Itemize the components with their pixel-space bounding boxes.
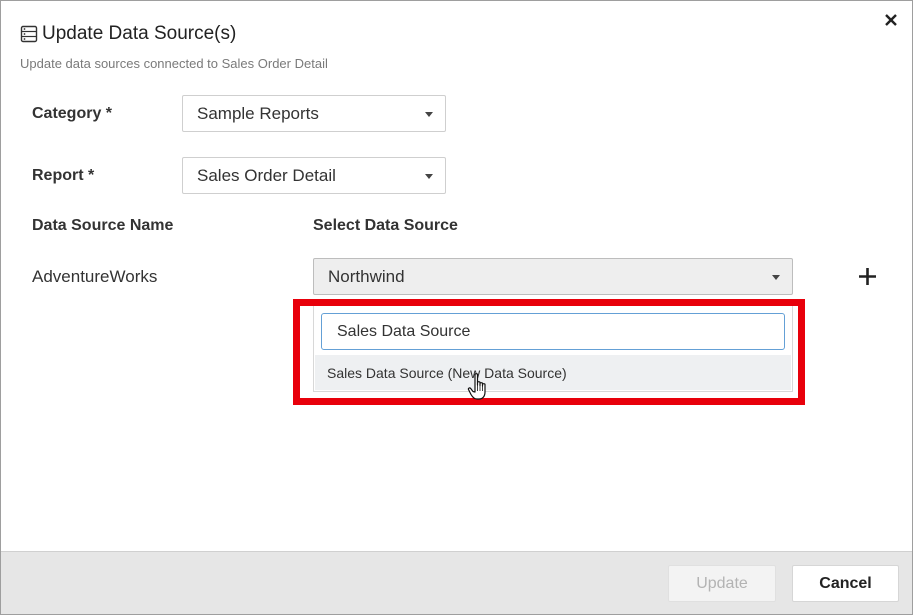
data-source-popup: Sales Data Source (New Data Source) xyxy=(313,300,793,392)
data-source-search-input[interactable] xyxy=(321,313,785,350)
dialog-title: Update Data Source(s) xyxy=(42,23,237,44)
category-value: Sample Reports xyxy=(197,103,319,123)
plus-icon[interactable] xyxy=(857,266,878,287)
select-data-source-dropdown[interactable]: Northwind xyxy=(313,258,793,295)
selected-data-source: Northwind xyxy=(328,266,405,286)
close-icon[interactable] xyxy=(882,11,900,29)
chevron-down-icon xyxy=(425,173,433,179)
report-dropdown[interactable]: Sales Order Detail xyxy=(182,157,446,194)
report-value: Sales Order Detail xyxy=(197,165,336,185)
select-data-source-header: Select Data Source xyxy=(313,217,458,234)
dialog-subtitle: Update data sources connected to Sales O… xyxy=(20,56,328,71)
report-label: Report * xyxy=(32,167,95,184)
category-dropdown[interactable]: Sample Reports xyxy=(182,95,446,132)
chevron-down-icon xyxy=(772,274,780,280)
chevron-down-icon xyxy=(425,111,433,117)
update-data-source-dialog: Update Data Source(s) Update data source… xyxy=(0,0,913,615)
category-label: Category * xyxy=(32,105,113,122)
database-icon xyxy=(20,25,38,43)
data-source-name-header: Data Source Name xyxy=(32,217,174,234)
data-source-option[interactable]: Sales Data Source (New Data Source) xyxy=(315,355,791,390)
update-button[interactable]: Update xyxy=(668,565,776,602)
dialog-header: Update Data Source(s) xyxy=(20,23,236,45)
data-source-name: AdventureWorks xyxy=(32,267,158,286)
dialog-footer: Update Cancel xyxy=(1,551,912,614)
cancel-button[interactable]: Cancel xyxy=(792,565,899,602)
